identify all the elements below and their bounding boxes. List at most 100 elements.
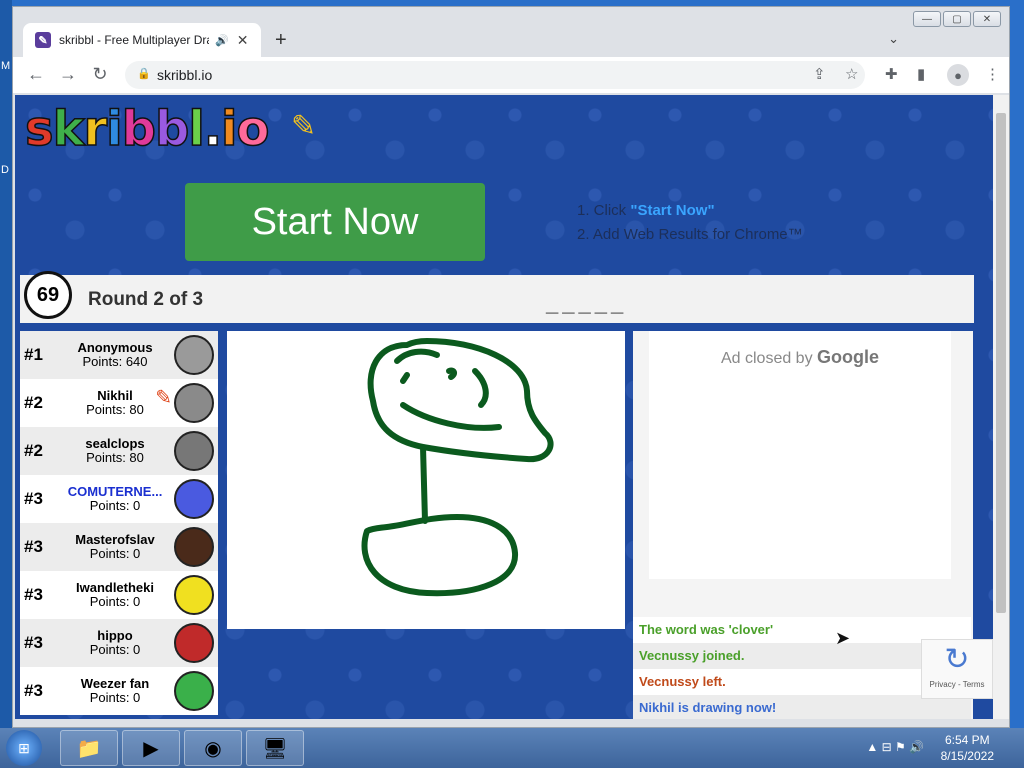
tab-search-icon[interactable]: ⌄ [888,31,899,47]
back-icon[interactable]: ← [25,64,47,85]
player-name: Nikhil [97,389,133,403]
logo-letter: r [83,101,108,157]
menu-kebab-icon[interactable]: ⋮ [985,65,1000,83]
close-window-button[interactable]: ✕ [973,11,1001,27]
google-brand: Google [817,347,880,367]
address-bar[interactable]: 🔒 skribbl.io [125,61,865,89]
ad-instructions: 1. Click "Start Now" 2. Add Web Results … [577,199,803,247]
tab-title: skribbl - Free Multiplayer Dra [59,33,209,47]
player-row[interactable]: #2 Nikhil Points: 80 ✎ [20,379,218,427]
player-rank: #3 [24,681,43,700]
player-list: #1 Anonymous Points: 640 #2 Nikhil Points: 80… [20,331,218,715]
player-info: Nikhil Points: 80 [60,389,170,417]
skribbl-logo[interactable]: skribbl.io [24,104,270,154]
maximize-button[interactable]: ▢ [943,11,971,27]
player-avatar [174,623,214,663]
player-points: Points: 0 [89,498,141,513]
player-info: Iwandletheki Points: 0 [60,581,170,609]
taskbar-media-player-icon[interactable]: ▶ [122,730,180,766]
bookmark-star-icon[interactable]: ☆ [845,65,858,83]
player-info: Weezer fan Points: 0 [60,677,170,705]
browser-window: — ▢ ✕ ✎ skribbl - Free Multiplayer Dra 🔊… [12,6,1010,728]
extensions-icon[interactable]: ✚ [885,65,898,83]
recaptcha-badge[interactable]: ↻ Privacy - Terms [921,639,993,699]
logo-letter: l [188,101,206,157]
taskbar-explorer-icon[interactable]: 📁 [60,730,118,766]
start-now-ad-button[interactable]: Start Now [185,183,485,261]
lock-icon[interactable]: 🔒 [137,67,151,80]
close-tab-icon[interactable]: ✕ [237,32,249,49]
player-points: Points: 0 [89,690,141,705]
player-row[interactable]: #1 Anonymous Points: 640 [20,331,218,379]
share-icon[interactable]: ⇪ [813,65,826,83]
player-name: COMUTERNE... [67,485,163,499]
skribbl-favicon-icon: ✎ [35,32,51,48]
side-panel-icon[interactable]: ▮ [917,65,925,83]
browser-tab[interactable]: ✎ skribbl - Free Multiplayer Dra 🔊 ✕ [23,23,261,57]
timer-clock-icon: 69 [24,271,72,319]
page-viewport: skribbl.io ✎ Start Now 1. Click "Start N… [15,95,993,719]
player-row[interactable]: #3 Masterofslav Points: 0 [20,523,218,571]
ad-closed-notice: Ad closed by Google [649,347,951,368]
audio-playing-icon[interactable]: 🔊 [215,34,229,47]
player-rank: #2 [24,441,43,460]
desktop-icon-label[interactable]: M [1,60,10,72]
clock-date: 8/15/2022 [940,749,994,763]
minimize-button[interactable]: — [913,11,941,27]
logo-letter: o [236,101,270,157]
player-points: Points: 80 [86,402,144,417]
player-rank: #1 [24,345,43,364]
player-avatar [174,383,214,423]
desktop-icon-label[interactable]: D [1,164,9,176]
url-text: skribbl.io [157,67,213,83]
ad-step-1-text: 1. Click [577,202,631,219]
recaptcha-links[interactable]: Privacy - Terms [922,680,992,689]
profile-icon[interactable]: ● [947,64,969,86]
player-avatar [174,671,214,711]
player-info: sealclops Points: 80 [60,437,170,465]
player-rank: #3 [24,633,43,652]
window-controls: — ▢ ✕ [913,11,1001,27]
player-rank: #2 [24,393,43,412]
logo-letter: . [203,101,223,157]
player-row[interactable]: #2 sealclops Points: 80 [20,427,218,475]
player-name: sealclops [85,437,145,451]
player-avatar [174,575,214,615]
system-tray[interactable]: ▲ ⊟ ⚑ 🔊 [866,740,924,754]
ad-slot: Ad closed by Google [649,331,951,579]
drawing-canvas[interactable]: 👍👎 [227,331,774,629]
player-row[interactable]: #3 Weezer fan Points: 0 [20,667,218,715]
taskbar-app-icon[interactable]: 🖥 [246,730,304,766]
logo-letter: k [52,101,85,157]
player-row[interactable]: #3 COMUTERNE... Points: 0 [20,475,218,523]
logo-letter: i [105,101,123,157]
forward-icon[interactable]: → [57,64,79,85]
ad-step-1: 1. Click "Start Now" [577,199,803,223]
new-tab-button[interactable]: + [275,29,287,52]
taskbar-chrome-icon[interactable]: ◉ [184,730,242,766]
player-avatar [174,335,214,375]
player-row[interactable]: #3 hippo Points: 0 [20,619,218,667]
word-hint: _____ [546,291,628,316]
page-scrollbar[interactable] [993,95,1009,719]
taskbar: ⊞ 📁 ▶ ◉ 🖥 ▲ ⊟ ⚑ 🔊 6:54 PM 8/15/2022 [0,728,1024,768]
ad-closed-text: Ad closed by [720,350,813,367]
scrollbar-thumb[interactable] [996,113,1006,613]
reload-icon[interactable]: ↻ [89,64,111,85]
player-avatar [174,431,214,471]
start-button[interactable]: ⊞ [6,730,42,766]
player-info: Masterofslav Points: 0 [60,533,170,561]
player-info: Anonymous Points: 640 [60,341,170,369]
taskbar-clock[interactable]: 6:54 PM 8/15/2022 [941,732,994,764]
logo-letter: b [154,101,190,157]
player-points: Points: 0 [89,546,141,561]
player-name: Anonymous [77,341,153,355]
player-rank: #3 [24,489,43,508]
player-name: Weezer fan [80,677,150,691]
player-name: hippo [97,629,133,643]
player-rank: #3 [24,537,43,556]
player-row[interactable]: #3 Iwandletheki Points: 0 [20,571,218,619]
round-bar: 69 Round 2 of 3 _____ [20,271,974,323]
ad-step-2: 2. Add Web Results for Chrome™ [577,226,803,243]
logo-letter: s [24,101,54,157]
